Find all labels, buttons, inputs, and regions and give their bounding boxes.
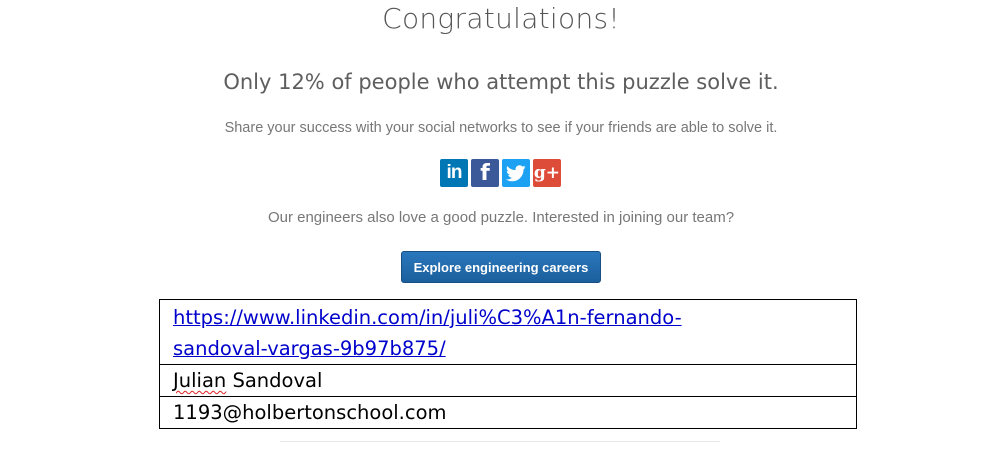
table-row-link: https://www.linkedin.com/in/juli%C3%A1n-… xyxy=(159,299,857,365)
facebook-glyph: f xyxy=(480,160,490,186)
linkedin-glyph: in xyxy=(446,162,463,183)
table-row-name: Julian Sandoval xyxy=(159,364,857,397)
contact-info-table: https://www.linkedin.com/in/juli%C3%A1n-… xyxy=(159,299,857,429)
email-cell: 1193@holbertonschool.com xyxy=(159,396,857,429)
googleplus-glyph: g+ xyxy=(533,163,561,183)
name-last: Sandoval xyxy=(226,369,323,392)
page-title: Congratulations! xyxy=(382,2,620,35)
explore-careers-button[interactable]: Explore engineering careers xyxy=(401,251,601,283)
table-row-email: 1193@holbertonschool.com xyxy=(159,396,857,429)
name-first: Julian xyxy=(173,369,227,392)
divider xyxy=(280,441,720,442)
social-share-bar: in f g+ xyxy=(440,159,561,187)
link-line-1: https://www.linkedin.com/in/juli%C3%A1n-… xyxy=(173,306,682,329)
share-prompt: Share your success with your social netw… xyxy=(224,120,778,136)
result-text: Only 12% of people who attempt this puzz… xyxy=(223,70,779,94)
engineers-prompt: Our engineers also love a good puzzle. I… xyxy=(267,209,735,226)
name-cell: Julian Sandoval xyxy=(159,364,857,397)
twitter-icon[interactable] xyxy=(502,159,530,187)
linkedin-profile-link[interactable]: https://www.linkedin.com/in/juli%C3%A1n-… xyxy=(173,306,682,360)
googleplus-icon[interactable]: g+ xyxy=(533,159,561,187)
link-cell: https://www.linkedin.com/in/juli%C3%A1n-… xyxy=(159,299,857,365)
facebook-icon[interactable]: f xyxy=(471,159,499,187)
twitter-bird-icon xyxy=(506,164,526,181)
linkedin-icon[interactable]: in xyxy=(440,159,468,187)
link-line-2: sandoval-vargas-9b97b875/ xyxy=(173,337,446,360)
